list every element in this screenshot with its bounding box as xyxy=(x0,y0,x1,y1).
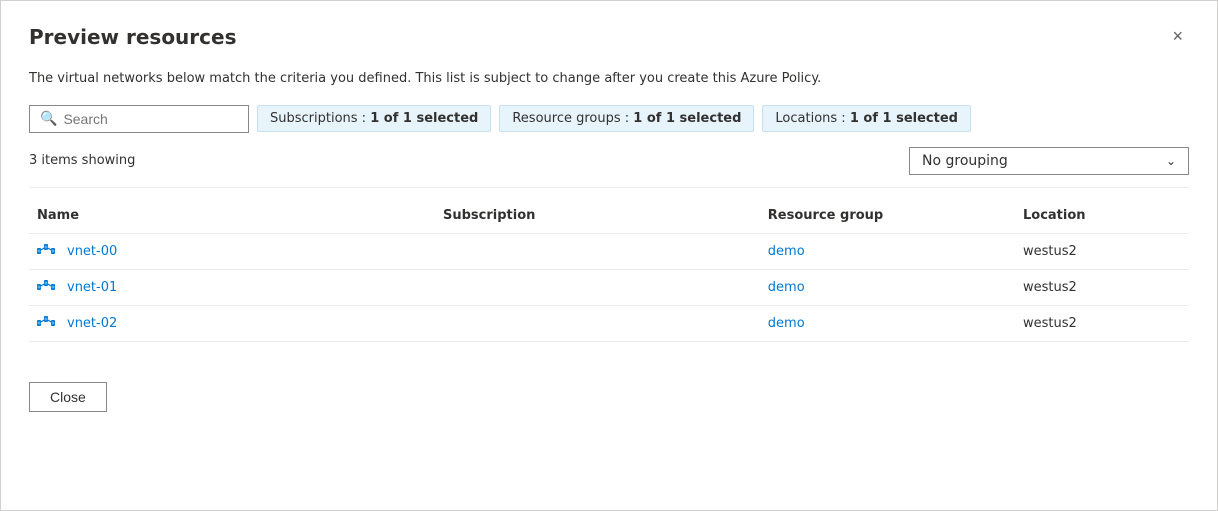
resource-name-link[interactable]: vnet-02 xyxy=(67,316,117,331)
vnet-icon xyxy=(37,316,55,330)
toolbar-row: 3 items showing No grouping ⌄ xyxy=(29,147,1189,175)
subscriptions-filter[interactable]: Subscriptions : 1 of 1 selected xyxy=(257,105,491,132)
search-input[interactable] xyxy=(63,111,238,127)
resource-group-link[interactable]: demo xyxy=(768,316,805,331)
resource-name-link[interactable]: vnet-00 xyxy=(67,244,117,259)
preview-resources-dialog: Preview resources × The virtual networks… xyxy=(0,0,1218,511)
dialog-close-button[interactable]: × xyxy=(1166,25,1189,47)
cell-location: westus2 xyxy=(1015,305,1189,341)
grouping-label: No grouping xyxy=(922,153,1008,169)
filters-row: 🔍 Subscriptions : 1 of 1 selected Resour… xyxy=(29,105,1189,133)
col-header-location: Location xyxy=(1015,200,1189,234)
divider xyxy=(29,187,1189,188)
cell-name: vnet-02 xyxy=(29,305,435,341)
locations-filter[interactable]: Locations : 1 of 1 selected xyxy=(762,105,971,132)
description-text: The virtual networks below match the cri… xyxy=(29,69,1189,89)
table-row: vnet-02 demo westus2 xyxy=(29,305,1189,341)
locations-filter-value: 1 of 1 selected xyxy=(850,111,958,126)
subscriptions-filter-label: Subscriptions : xyxy=(270,111,370,126)
cell-location: westus2 xyxy=(1015,269,1189,305)
col-header-subscription: Subscription xyxy=(435,200,760,234)
col-header-name: Name xyxy=(29,200,435,234)
resource-groups-filter[interactable]: Resource groups : 1 of 1 selected xyxy=(499,105,754,132)
chevron-down-icon: ⌄ xyxy=(1166,154,1176,168)
cell-resource-group: demo xyxy=(760,305,1015,341)
col-header-resource-group: Resource group xyxy=(760,200,1015,234)
resource-groups-filter-label: Resource groups : xyxy=(512,111,633,126)
locations-filter-label: Locations : xyxy=(775,111,849,126)
resource-groups-filter-value: 1 of 1 selected xyxy=(633,111,741,126)
table-row: vnet-01 demo westus2 xyxy=(29,269,1189,305)
resources-table: Name Subscription Resource group Locatio… xyxy=(29,200,1189,342)
resource-name-link[interactable]: vnet-01 xyxy=(67,280,117,295)
resource-group-link[interactable]: demo xyxy=(768,244,805,259)
search-box[interactable]: 🔍 xyxy=(29,105,249,133)
cell-name: vnet-01 xyxy=(29,269,435,305)
close-button[interactable]: Close xyxy=(29,382,107,412)
subscriptions-filter-value: 1 of 1 selected xyxy=(370,111,478,126)
dialog-title: Preview resources xyxy=(29,25,236,49)
cell-subscription xyxy=(435,305,760,341)
cell-subscription xyxy=(435,233,760,269)
search-icon: 🔍 xyxy=(40,111,57,127)
table-row: vnet-00 demo westus2 xyxy=(29,233,1189,269)
cell-subscription xyxy=(435,269,760,305)
footer: Close xyxy=(29,370,1189,412)
grouping-dropdown[interactable]: No grouping ⌄ xyxy=(909,147,1189,175)
cell-name: vnet-00 xyxy=(29,233,435,269)
cell-resource-group: demo xyxy=(760,233,1015,269)
table-header: Name Subscription Resource group Locatio… xyxy=(29,200,1189,234)
table-body: vnet-00 demo westus2 xyxy=(29,233,1189,341)
resource-group-link[interactable]: demo xyxy=(768,280,805,295)
dialog-header: Preview resources × xyxy=(29,25,1189,49)
items-count: 3 items showing xyxy=(29,153,135,168)
cell-location: westus2 xyxy=(1015,233,1189,269)
vnet-icon xyxy=(37,244,55,258)
vnet-icon xyxy=(37,280,55,294)
cell-resource-group: demo xyxy=(760,269,1015,305)
